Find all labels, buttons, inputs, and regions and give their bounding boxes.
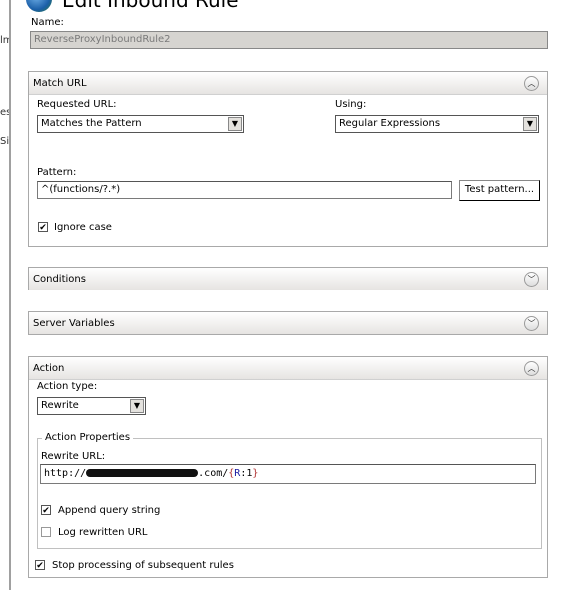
ignore-case-checkbox[interactable]: ✔ (38, 222, 48, 233)
dropdown-arrow-icon: ▼ (130, 399, 144, 413)
stop-processing-checkbox[interactable]: ✔ (35, 560, 45, 571)
server-variables-panel: Server Variables ﹀ (28, 311, 548, 335)
ignore-case-label: Ignore case (54, 222, 112, 233)
panel-title: Action (33, 363, 65, 374)
server-variables-header[interactable]: Server Variables ﹀ (29, 312, 547, 334)
globe-icon (26, 0, 52, 12)
action-type-select[interactable]: Rewrite ▼ (37, 397, 146, 415)
sidebar-fragment: lm (0, 35, 9, 46)
requested-url-select[interactable]: Matches the Pattern ▼ (37, 115, 244, 133)
panel-title: Server Variables (33, 318, 115, 329)
pattern-label: Pattern: (37, 167, 77, 178)
chevron-up-icon[interactable]: ︿ (524, 76, 539, 91)
rewrite-url-label: Rewrite URL: (41, 451, 106, 462)
select-value: Matches the Pattern (41, 118, 142, 129)
dropdown-arrow-icon: ▼ (228, 117, 242, 131)
select-value: Rewrite (41, 400, 79, 411)
sidebar-fragment: Sit (0, 136, 9, 147)
redacted-region (86, 469, 199, 477)
chevron-down-icon[interactable]: ﹀ (524, 316, 539, 331)
dropdown-arrow-icon: ▼ (523, 117, 537, 131)
action-properties-legend: Action Properties (42, 432, 134, 443)
conditions-panel: Conditions ﹀ (28, 267, 548, 290)
using-select[interactable]: Regular Expressions ▼ (335, 115, 539, 133)
append-query-label: Append query string (58, 505, 161, 516)
log-rewritten-checkbox[interactable] (41, 527, 51, 537)
conditions-header[interactable]: Conditions ﹀ (29, 268, 547, 290)
pattern-input[interactable]: ^(functions/?.*) (37, 181, 452, 199)
action-header[interactable]: Action ︿ (29, 357, 547, 380)
brace: } (252, 468, 259, 479)
name-input[interactable]: ReverseProxyInboundRule2 (30, 31, 548, 49)
action-type-label: Action type: (37, 381, 98, 392)
sidebar-fragment: es (0, 107, 9, 118)
append-query-checkbox[interactable]: ✔ (41, 505, 51, 516)
requested-url-label: Requested URL: (37, 99, 117, 110)
log-rewritten-label: Log rewritten URL (58, 527, 148, 538)
using-label: Using: (335, 99, 367, 110)
chevron-up-icon[interactable]: ︿ (524, 361, 539, 376)
test-pattern-button[interactable]: Test pattern... (459, 180, 540, 201)
left-sidebar (0, 0, 11, 590)
name-label: Name: (31, 17, 64, 28)
select-value: Regular Expressions (339, 118, 441, 129)
match-url-header[interactable]: Match URL ︿ (29, 72, 547, 95)
page-title: Edit Inbound Rule (62, 0, 239, 12)
rewrite-url-input[interactable]: http://.com/{R:1} (40, 464, 536, 484)
panel-title: Conditions (33, 274, 86, 285)
chevron-down-icon[interactable]: ﹀ (524, 272, 539, 287)
match-url-panel: Match URL ︿ (28, 71, 548, 247)
url-suffix: .com/ (198, 468, 229, 479)
url-prefix: http:// (44, 468, 87, 479)
stop-processing-label: Stop processing of subsequent rules (52, 560, 234, 571)
panel-title: Match URL (33, 78, 87, 89)
